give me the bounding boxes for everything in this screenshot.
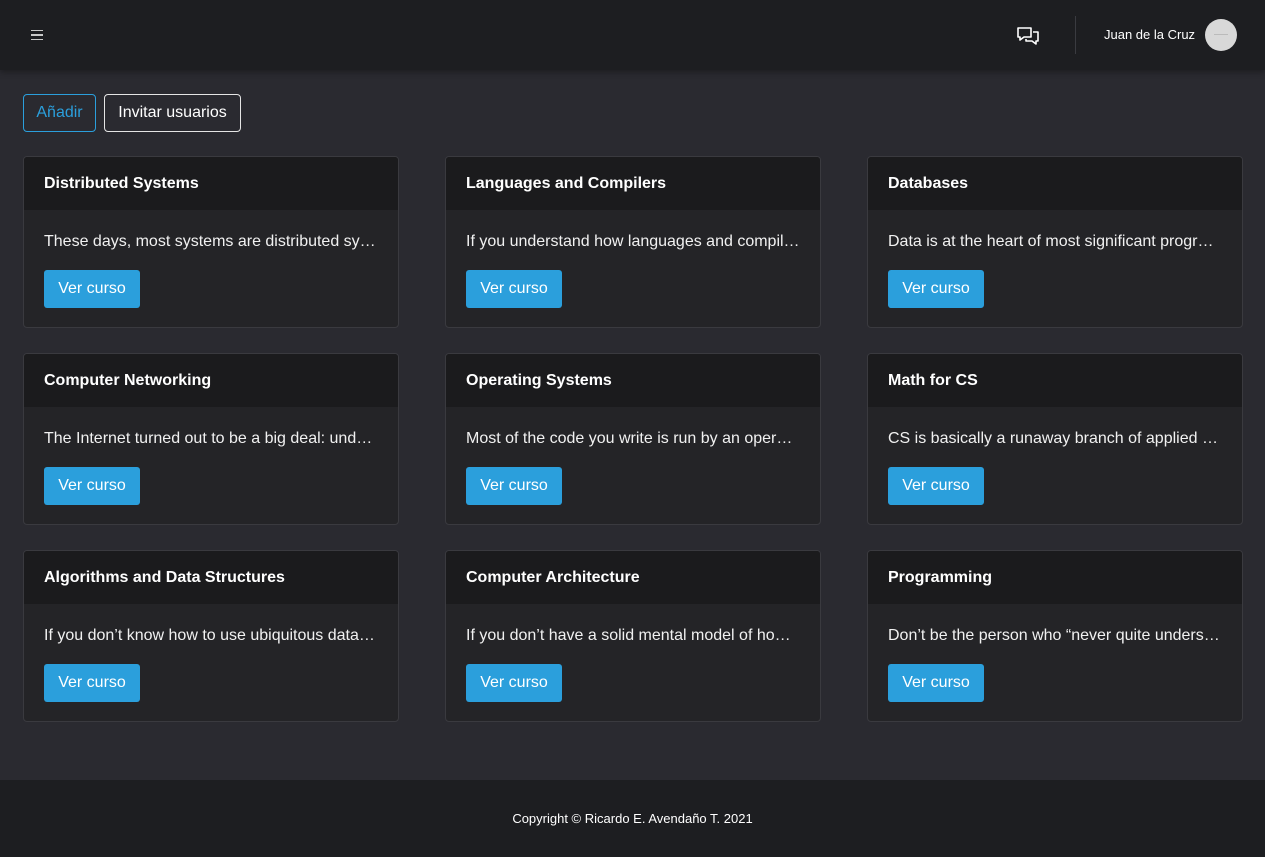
course-description: If you don’t know how to use ubiquitous … xyxy=(44,627,378,644)
hamburger-menu-icon[interactable] xyxy=(28,26,46,44)
view-course-button[interactable]: Ver curso xyxy=(466,664,562,702)
course-title: Databases xyxy=(868,157,1242,210)
course-card: Databases Data is at the heart of most s… xyxy=(867,156,1243,328)
user-avatar[interactable] xyxy=(1205,19,1237,51)
course-card: Programming Don’t be the person who “nev… xyxy=(867,550,1243,722)
footer: Copyright © Ricardo E. Avendaño T. 2021 xyxy=(0,780,1265,857)
course-description: CS is basically a runaway branch of appl… xyxy=(888,430,1222,447)
course-description: These days, most systems are distributed… xyxy=(44,233,378,250)
view-course-button[interactable]: Ver curso xyxy=(888,467,984,505)
top-navbar: Juan de la Cruz xyxy=(0,0,1265,70)
action-toolbar: Añadir Invitar usuarios xyxy=(23,94,241,132)
view-course-button[interactable]: Ver curso xyxy=(44,467,140,505)
course-description: If you don’t have a solid mental model o… xyxy=(466,627,800,644)
chat-bubbles-icon[interactable] xyxy=(1015,24,1041,46)
user-name[interactable]: Juan de la Cruz xyxy=(1104,27,1195,43)
course-title: Math for CS xyxy=(868,354,1242,407)
view-course-button[interactable]: Ver curso xyxy=(44,270,140,308)
course-title: Computer Architecture xyxy=(446,551,820,604)
course-card: Distributed Systems These days, most sys… xyxy=(23,156,399,328)
view-course-button[interactable]: Ver curso xyxy=(44,664,140,702)
course-card: Languages and Compilers If you understan… xyxy=(445,156,821,328)
copyright-text: Copyright © Ricardo E. Avendaño T. 2021 xyxy=(512,811,753,826)
view-course-button[interactable]: Ver curso xyxy=(466,467,562,505)
course-title: Programming xyxy=(868,551,1242,604)
course-title: Operating Systems xyxy=(446,354,820,407)
view-course-button[interactable]: Ver curso xyxy=(888,270,984,308)
add-button[interactable]: Añadir xyxy=(23,94,96,132)
course-card: Computer Architecture If you don’t have … xyxy=(445,550,821,722)
course-description: Most of the code you write is run by an … xyxy=(466,430,800,447)
course-title: Algorithms and Data Structures xyxy=(24,551,398,604)
view-course-button[interactable]: Ver curso xyxy=(888,664,984,702)
header-divider xyxy=(1075,16,1076,54)
course-title: Computer Networking xyxy=(24,354,398,407)
course-card: Math for CS CS is basically a runaway br… xyxy=(867,353,1243,525)
course-card: Computer Networking The Internet turned … xyxy=(23,353,399,525)
course-description: Don’t be the person who “never quite und… xyxy=(888,627,1222,644)
course-card: Algorithms and Data Structures If you do… xyxy=(23,550,399,722)
course-card: Operating Systems Most of the code you w… xyxy=(445,353,821,525)
course-title: Languages and Compilers xyxy=(446,157,820,210)
course-description: Data is at the heart of most significant… xyxy=(888,233,1222,250)
course-description: If you understand how languages and comp… xyxy=(466,233,800,250)
course-title: Distributed Systems xyxy=(24,157,398,210)
course-grid: Distributed Systems These days, most sys… xyxy=(23,156,1243,722)
course-description: The Internet turned out to be a big deal… xyxy=(44,430,378,447)
invite-users-button[interactable]: Invitar usuarios xyxy=(104,94,241,132)
view-course-button[interactable]: Ver curso xyxy=(466,270,562,308)
